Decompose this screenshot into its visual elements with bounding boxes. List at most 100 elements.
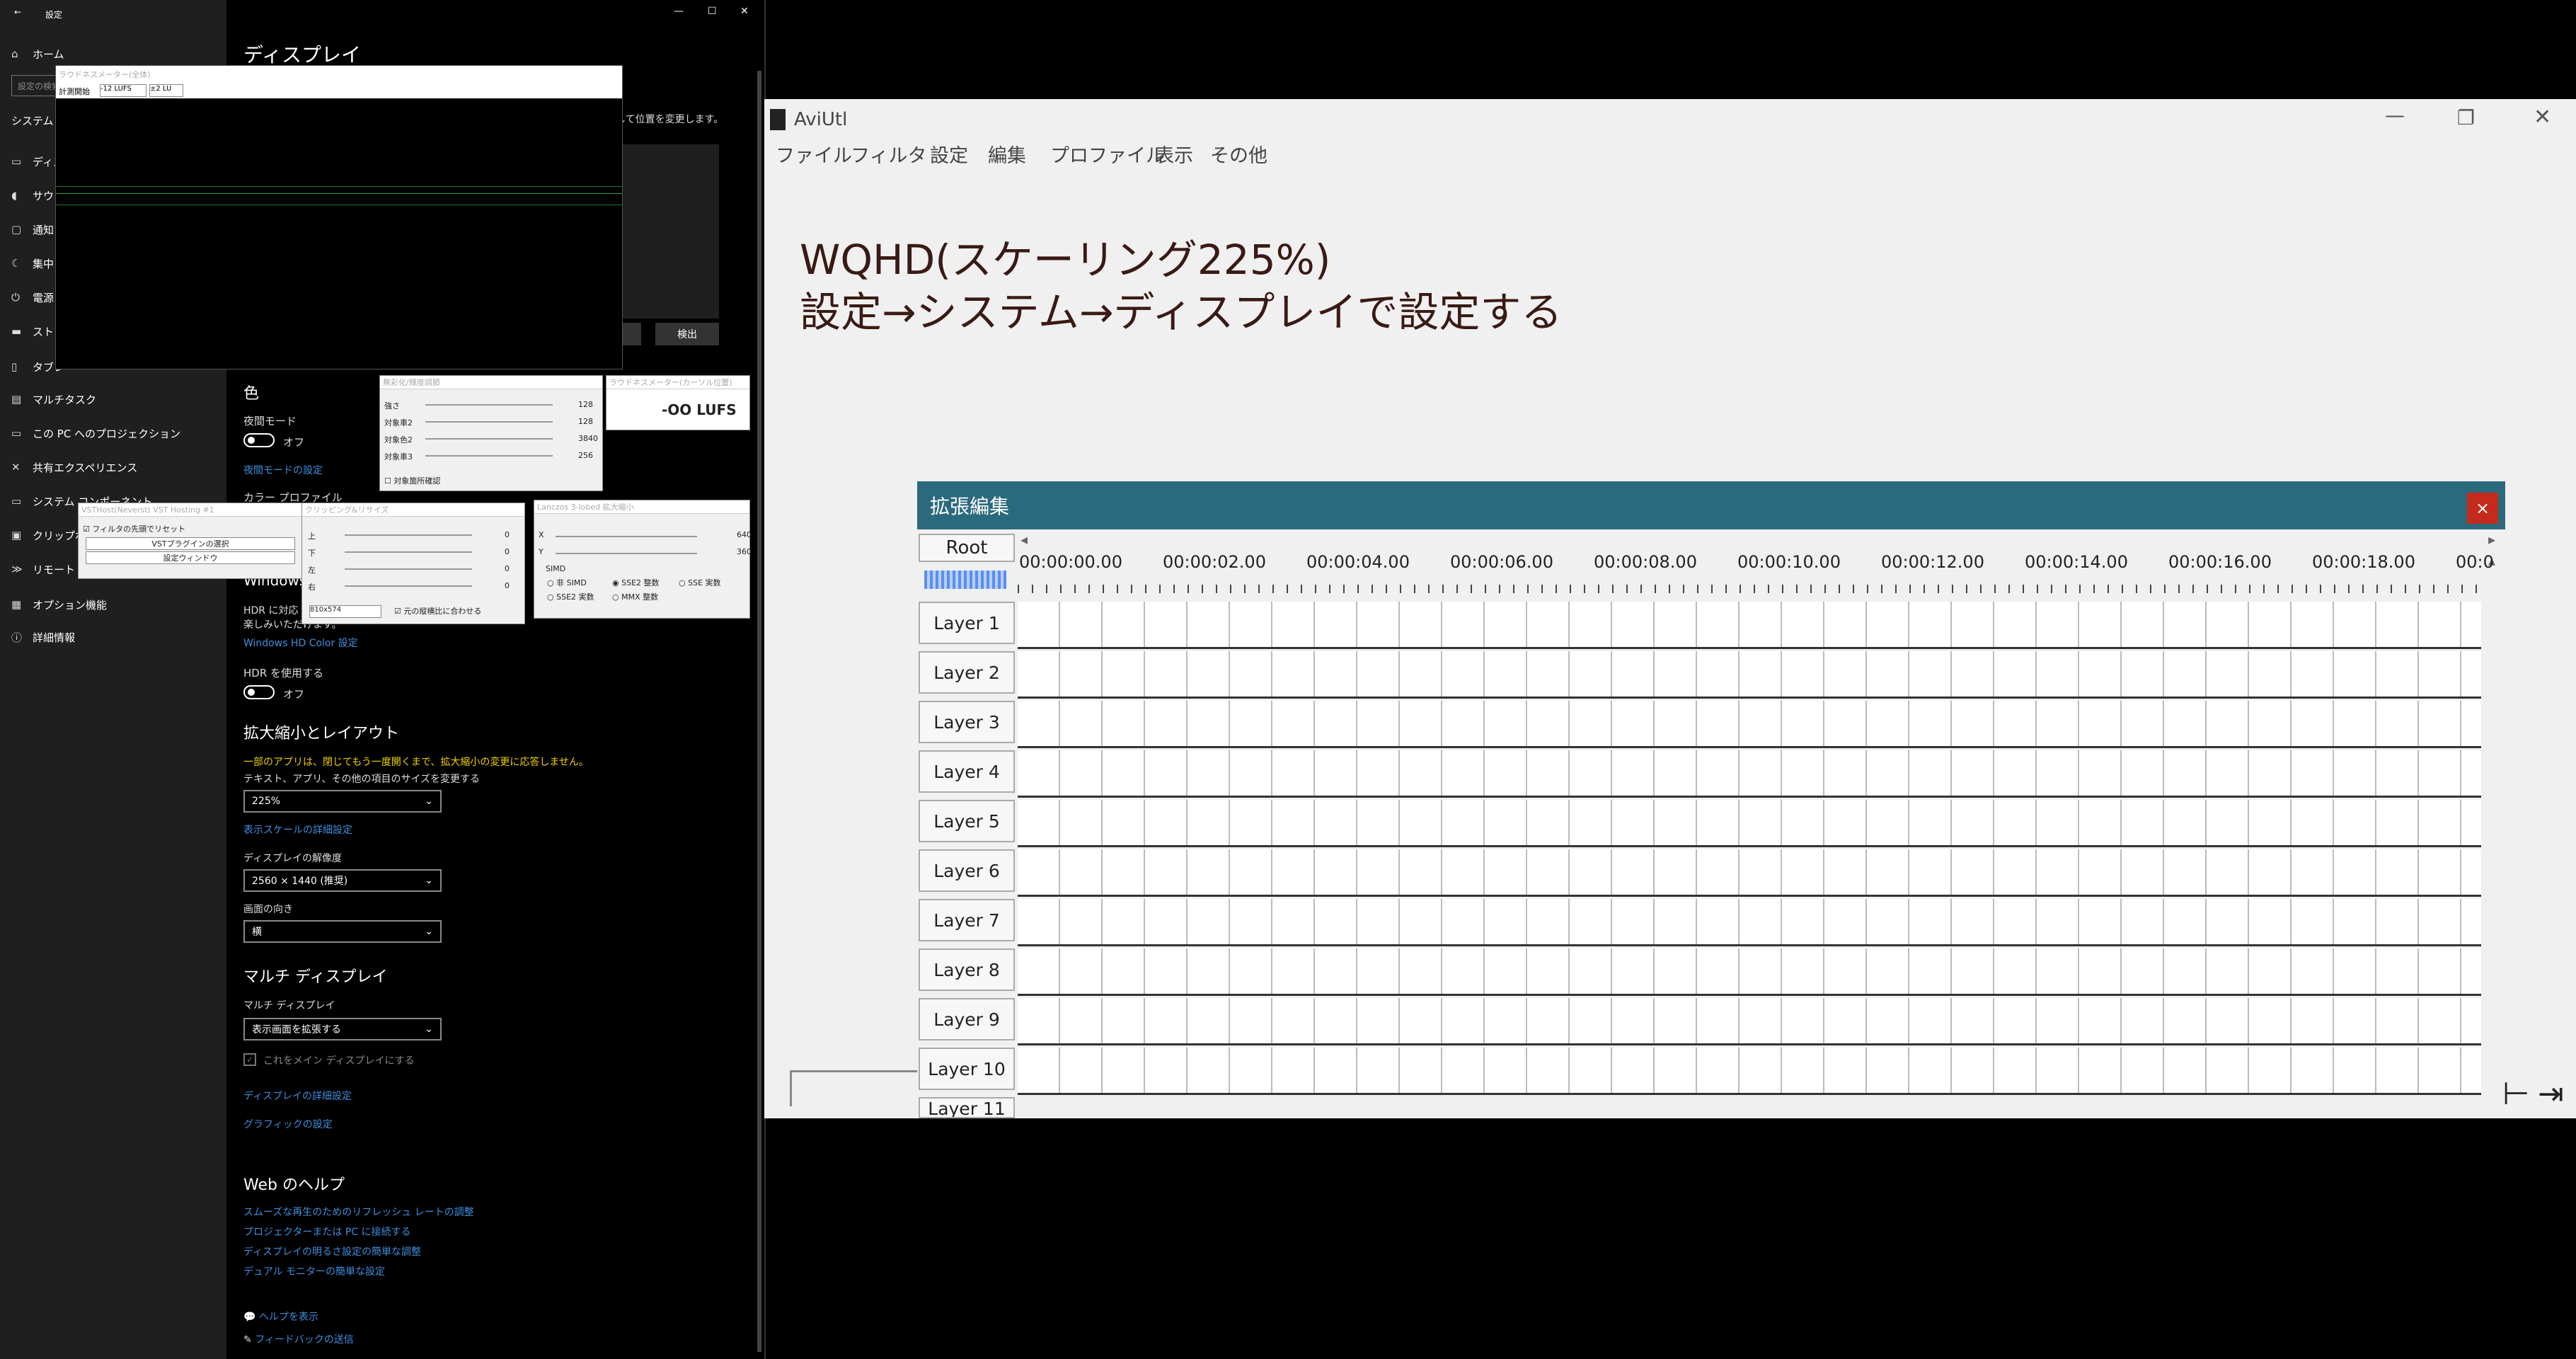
layer-lane[interactable] [1018,602,2481,649]
menu-item[interactable]: プロファイル [1050,140,1165,168]
layer-lane[interactable] [1018,849,2481,897]
minimize-icon[interactable]: — [2385,103,2405,127]
fit-icon[interactable]: ⊢ [2502,1076,2529,1112]
night-mode-settings-link[interactable]: 夜間モードの設定 [243,463,323,477]
layer-button[interactable]: Layer 2 [919,651,1015,694]
help-link[interactable]: デュアル モニターの簡単な設定 [243,1264,385,1278]
feedback-link[interactable]: ✎ フィードバックの送信 [243,1332,354,1346]
layer-button[interactable]: Layer 11 [919,1097,1015,1118]
help-link[interactable]: ディスプレイの明るさ設定の簡単な調整 [243,1244,421,1258]
advanced-display-link[interactable]: ディスプレイの詳細設定 [243,1089,352,1103]
layer-lane[interactable] [1018,800,2481,847]
scale-dropdown[interactable]: 225% ⌄ [243,790,442,813]
layer-lane[interactable] [1018,948,2481,996]
scale-advanced-link[interactable]: 表示スケールの詳細設定 [243,822,352,837]
layer-button[interactable]: Layer 1 [919,602,1015,644]
settings-scrollbar[interactable] [757,71,761,1352]
graphics-settings-link[interactable]: グラフィックの設定 [243,1117,333,1131]
clip-slider[interactable] [345,551,472,553]
slider-track[interactable] [425,421,553,423]
resolution-dropdown[interactable]: 2560 × 1440 (推奨) ⌄ [243,869,442,892]
detect-button[interactable]: 検出 [655,323,719,345]
menu-item[interactable]: その他 [1210,140,1267,168]
slider-track[interactable] [425,455,553,457]
clipping-size-select[interactable]: 810x574 [309,605,381,618]
root-button[interactable]: Root [919,534,1015,562]
layer-lane[interactable] [1018,651,2481,699]
preview-slider[interactable] [790,1070,919,1106]
help-link[interactable]: スムーズな再生のためのリフレッシュ レートの調整 [243,1205,474,1219]
menu-item[interactable]: 設定 [930,140,968,168]
lanczos-y-slider[interactable] [556,553,697,554]
restore-icon[interactable]: ❐ [2457,106,2475,130]
slider-track[interactable] [425,404,553,406]
clip-slider[interactable] [345,585,472,587]
sidebar-item[interactable]: ⏻ 電源 [11,282,54,313]
scroll-left-icon[interactable]: ◂ [1020,531,1042,552]
layer-lane[interactable] [1018,998,2481,1045]
menu-item[interactable]: ファイル [776,140,852,168]
sidebar-item[interactable]: ▭ この PC へのプロジェクション [11,418,180,449]
vst-select-button[interactable]: VSTプラグインの選択 [86,537,295,550]
layer-button[interactable]: Layer 10 [919,1048,1015,1090]
sidebar-item[interactable]: ✕ 共有エクスペリエンス [11,452,137,483]
back-icon[interactable]: ← [14,7,21,17]
night-mode-toggle[interactable] [243,433,275,447]
slider-track[interactable] [425,438,553,440]
layer-lane[interactable] [1018,1048,2481,1095]
layer-button[interactable]: Layer 3 [919,701,1015,743]
sidebar-item[interactable]: ☾ 集中 [11,248,54,279]
hdr-toggle[interactable] [243,685,275,699]
layer-lane[interactable] [1018,899,2481,946]
ext-close-button[interactable]: × [2467,493,2498,524]
menu-item[interactable]: フィルタ [851,140,926,168]
main-display-checkbox[interactable]: ✓ [243,1053,256,1066]
menu-item[interactable]: 編集 [988,140,1026,168]
minimize-icon[interactable]: — [674,6,684,17]
sidebar-item[interactable]: ⓘ 詳細情報 [11,621,75,653]
range-select[interactable]: ±2 LU [149,84,183,97]
end-icon[interactable]: ⇥ [2538,1076,2564,1112]
keep-ratio-checkbox[interactable]: ☑ 元の縦横比に合わせる [394,605,481,617]
scroll-right-icon[interactable]: ▸ [2488,531,2495,548]
layer-button[interactable]: Layer 5 [919,800,1015,842]
zoom-gauge[interactable] [924,570,1006,589]
orientation-dropdown[interactable]: 横 ⌄ [243,920,442,943]
close-icon[interactable]: ✕ [2534,105,2551,130]
layer-button[interactable]: Layer 7 [919,899,1015,941]
lufs-title: ラウドネスメーター(カーソル位置) [606,376,749,389]
meter-line [56,193,622,194]
loudness-title: ラウドネスメーター(全体) [56,66,622,84]
sidebar-item[interactable]: ▤ マルチタスク [11,384,96,415]
get-help-link[interactable]: 💬 ヘルプを表示 [243,1309,318,1324]
close-icon[interactable]: ✕ [740,6,749,17]
vst-reset-checkbox[interactable]: ☑ フィルタの先頭でリセット [83,523,185,534]
layer-button[interactable]: Layer 8 [919,948,1015,991]
clip-slider[interactable] [345,534,472,536]
target-select[interactable]: -12 LUFS [100,84,146,97]
simd-option[interactable]: ◉ SSE2 整数 [612,577,660,588]
sidebar-item[interactable]: ▦ オプション機能 [11,589,107,620]
simd-option[interactable]: ○ MMX 整数 [612,591,658,602]
identify-button[interactable] [620,323,641,345]
simd-option[interactable]: ○ 非 SIMD [547,577,587,588]
layer-lane[interactable] [1018,701,2481,748]
multi-display-dropdown[interactable]: 表示画面を拡張する ⌄ [243,1018,442,1040]
sidebar-item[interactable]: ▢ 通知 [11,214,54,245]
help-link[interactable]: プロジェクターまたは PC に接続する [243,1225,411,1239]
maximize-icon[interactable]: ☐ [708,6,717,17]
night-mode-state: オフ [283,436,305,449]
hd-color-link[interactable]: Windows HD Color 設定 [243,636,358,650]
lanczos-x-slider[interactable] [556,536,697,537]
simd-option[interactable]: ○ SSE2 実数 [547,591,594,602]
layer-button[interactable]: Layer 4 [919,750,1015,793]
layer-lane[interactable] [1018,750,2481,798]
vst-window-button[interactable]: 設定ウィンドウ [86,551,295,564]
layer-button[interactable]: Layer 9 [919,998,1015,1040]
clip-slider[interactable] [345,568,472,570]
menu-item[interactable]: 表示 [1155,140,1193,168]
simd-option[interactable]: ○ SSE 実数 [679,577,721,588]
target-check[interactable]: ☐ 対象箇所確認 [384,475,440,486]
layer-button[interactable]: Layer 6 [919,849,1015,892]
sidebar-item[interactable]: ◖ サウ [11,180,54,211]
